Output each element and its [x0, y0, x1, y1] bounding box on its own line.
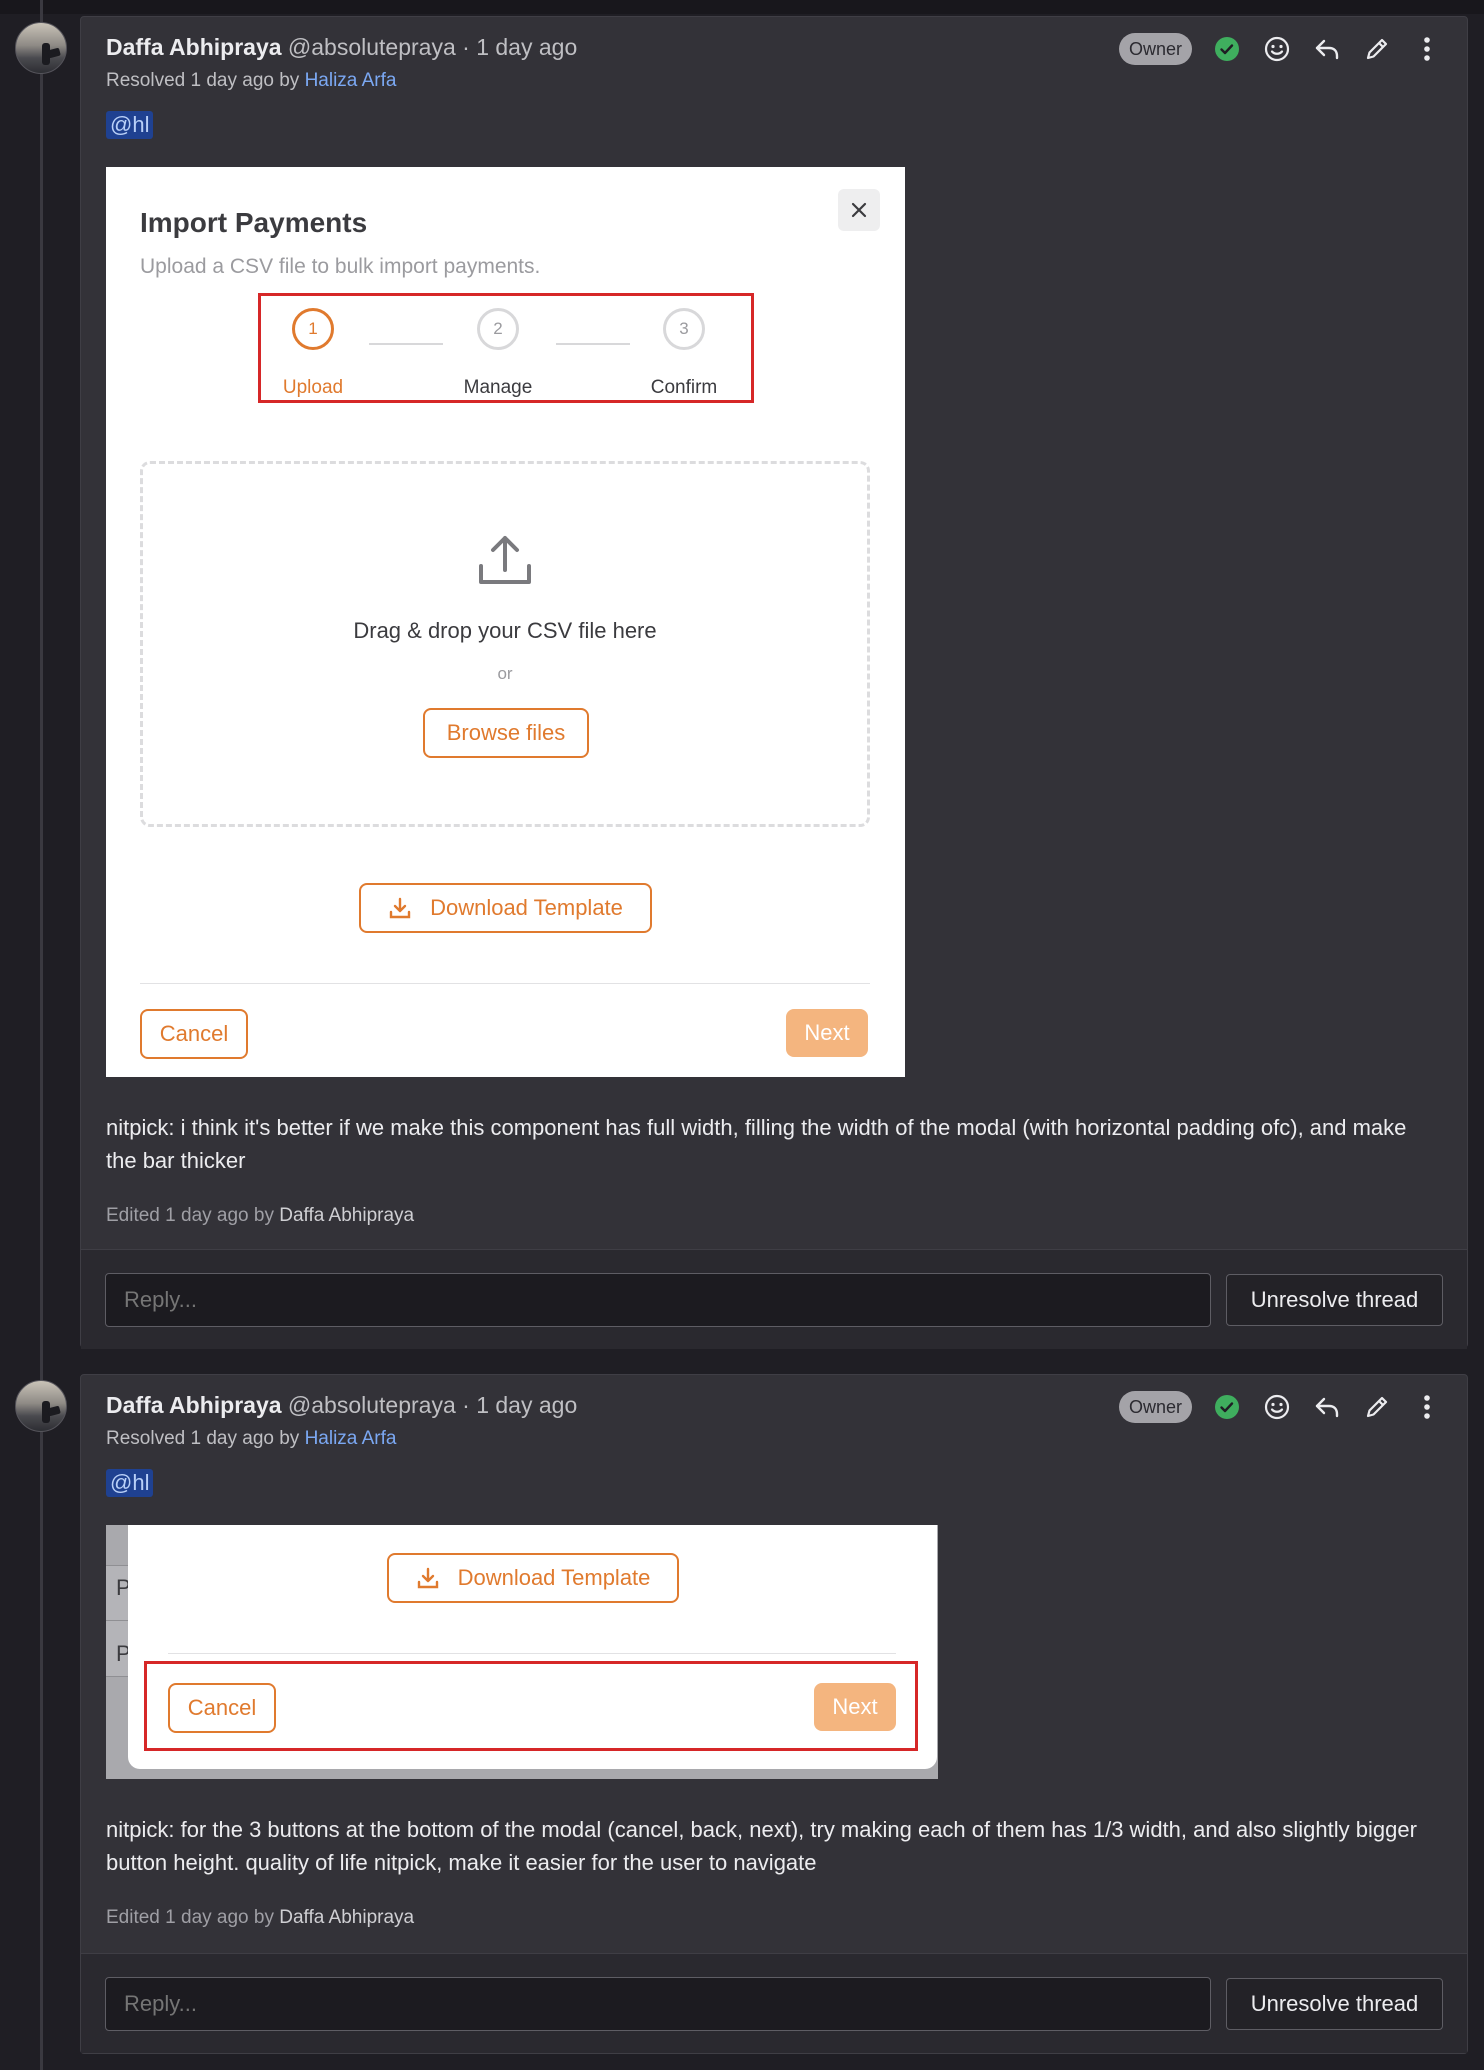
- resolved-by-link[interactable]: Haliza Arfa: [305, 1428, 397, 1449]
- edited-prefix: Edited 1 day ago by: [106, 1205, 274, 1226]
- cancel-button: Cancel: [140, 1009, 248, 1059]
- author-name[interactable]: Daffa Abhipraya: [106, 1392, 282, 1418]
- download-template-label: Download Template: [457, 1565, 651, 1590]
- timeline-line: [40, 0, 43, 2070]
- reply-input[interactable]: [105, 1273, 1211, 1327]
- role-badge: Owner: [1118, 33, 1192, 65]
- footer-divider: [168, 1653, 896, 1654]
- close-icon: [838, 189, 880, 231]
- resolved-line: Resolved 1 day ago by Haliza Arfa: [106, 67, 1442, 95]
- more-vertical-icon[interactable]: [1412, 1392, 1442, 1422]
- modal-fragment: Download Template Cancel Next: [128, 1525, 937, 1769]
- next-button: Next: [786, 1009, 868, 1057]
- note-time[interactable]: · 1 day ago: [462, 1392, 577, 1418]
- edited-by[interactable]: Daffa Abhipraya: [279, 1205, 414, 1226]
- screenshot-import-modal[interactable]: Import Payments Upload a CSV file to bul…: [106, 167, 905, 1077]
- step-circle-1: 1: [292, 308, 334, 350]
- edited-line: Edited 1 day ago by Daffa Abhipraya: [106, 1907, 414, 1929]
- note-body: nitpick: i think it's better if we make …: [106, 1115, 1407, 1173]
- download-template-label: Download Template: [430, 895, 623, 920]
- step-circle-3: 3: [663, 308, 705, 350]
- note-header: Daffa Abhipraya @absolutepraya · 1 day a…: [106, 31, 1442, 101]
- check-circle-icon[interactable]: [1212, 34, 1242, 64]
- step-circle-2: 2: [477, 308, 519, 350]
- upload-icon: [475, 530, 535, 595]
- smiley-icon[interactable]: [1262, 34, 1292, 64]
- note-body: nitpick: for the 3 buttons at the bottom…: [106, 1817, 1417, 1875]
- resolved-line: Resolved 1 day ago by Haliza Arfa: [106, 1425, 1442, 1453]
- modal-title: Import Payments: [140, 207, 368, 238]
- download-icon: [417, 1567, 438, 1589]
- resolved-prefix: Resolved 1 day ago by: [106, 1428, 300, 1449]
- pencil-icon[interactable]: [1362, 1392, 1392, 1422]
- step-connector: [556, 343, 630, 345]
- unresolve-thread-button[interactable]: Unresolve thread: [1226, 1274, 1443, 1326]
- discussion-note: Daffa Abhipraya @absolutepraya · 1 day a…: [80, 1374, 1468, 2054]
- download-template-button: Download Template: [359, 883, 652, 933]
- step-label-confirm: Confirm: [650, 377, 718, 398]
- avatar[interactable]: [15, 22, 67, 74]
- step-label-manage: Manage: [463, 377, 533, 398]
- drop-instruction: Drag & drop your CSV file here: [353, 618, 657, 643]
- browse-files-button: Browse files: [423, 708, 589, 758]
- reply-bar: Unresolve thread: [81, 1953, 1467, 2053]
- pencil-icon[interactable]: [1362, 34, 1392, 64]
- screenshot-modal-footer[interactable]: P P Download Template Cancel Next: [106, 1525, 938, 1779]
- cancel-button: Cancel: [168, 1683, 276, 1733]
- or-separator: or: [497, 664, 513, 683]
- edited-by[interactable]: Daffa Abhipraya: [279, 1907, 414, 1928]
- note-time[interactable]: · 1 day ago: [462, 34, 577, 60]
- modal-subtitle: Upload a CSV file to bulk import payment…: [140, 255, 541, 278]
- reply-bar: Unresolve thread: [81, 1249, 1467, 1349]
- edited-prefix: Edited 1 day ago by: [106, 1907, 274, 1928]
- reply-input[interactable]: [105, 1977, 1211, 2031]
- resolved-prefix: Resolved 1 day ago by: [106, 70, 300, 91]
- download-template-button: Download Template: [387, 1553, 679, 1603]
- user-mention[interactable]: @hl: [106, 1469, 154, 1497]
- more-vertical-icon[interactable]: [1412, 34, 1442, 64]
- discussion-note: Daffa Abhipraya @absolutepraya · 1 day a…: [80, 16, 1468, 1349]
- edited-line: Edited 1 day ago by Daffa Abhipraya: [106, 1205, 414, 1227]
- user-mention[interactable]: @hl: [106, 111, 154, 139]
- download-icon: [389, 897, 411, 919]
- avatar[interactable]: [15, 1380, 67, 1432]
- smiley-icon[interactable]: [1262, 1392, 1292, 1422]
- top-strip: [0, 0, 1484, 14]
- author-handle[interactable]: @absolutepraya: [288, 1392, 456, 1418]
- step-connector: [369, 343, 443, 345]
- check-circle-icon[interactable]: [1212, 1392, 1242, 1422]
- reply-icon[interactable]: [1312, 34, 1342, 64]
- next-button: Next: [814, 1683, 896, 1731]
- unresolve-thread-button[interactable]: Unresolve thread: [1226, 1978, 1443, 2030]
- note-actions: Owner: [1118, 1389, 1442, 1425]
- resolved-by-link[interactable]: Haliza Arfa: [305, 70, 397, 91]
- discussion-page: Daffa Abhipraya @absolutepraya · 1 day a…: [0, 0, 1484, 2070]
- author-name[interactable]: Daffa Abhipraya: [106, 34, 282, 60]
- note-header: Daffa Abhipraya @absolutepraya · 1 day a…: [106, 1389, 1442, 1459]
- footer-divider: [140, 983, 870, 984]
- note-actions: Owner: [1118, 31, 1442, 67]
- author-handle[interactable]: @absolutepraya: [288, 34, 456, 60]
- reply-icon[interactable]: [1312, 1392, 1342, 1422]
- role-badge: Owner: [1118, 1391, 1192, 1423]
- step-label-upload: Upload: [282, 377, 344, 398]
- file-drop-zone: Drag & drop your CSV file here or Browse…: [140, 461, 870, 827]
